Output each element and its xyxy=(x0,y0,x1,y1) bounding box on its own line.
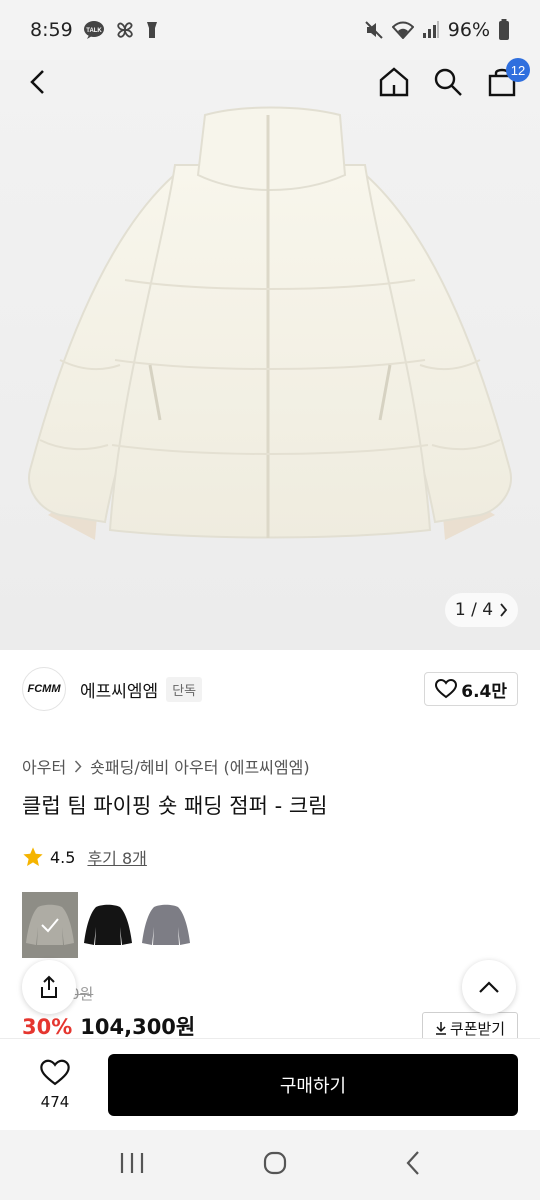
heart-icon xyxy=(40,1059,70,1085)
brand-like-button[interactable]: 6.4만 xyxy=(424,672,518,706)
purchase-bar: 474 구매하기 xyxy=(0,1038,540,1130)
cart-count-badge: 12 xyxy=(506,58,530,82)
product-title: 클럽 팀 파이핑 숏 패딩 점퍼 - 크림 xyxy=(22,794,328,818)
image-counter[interactable]: 1 / 4 xyxy=(445,593,518,627)
brand-like-count: 6.4만 xyxy=(461,681,507,702)
back-chevron-icon xyxy=(406,1151,419,1175)
scroll-top-button[interactable] xyxy=(462,960,516,1014)
kakaotalk-icon: TALK xyxy=(83,20,105,40)
rating-value: 4.5 xyxy=(50,847,76,867)
selected-overlay xyxy=(22,892,78,958)
jacket-thumbnail xyxy=(84,904,132,945)
flashlight-icon xyxy=(145,20,159,40)
sale-price: 104,300원 xyxy=(80,1015,196,1039)
recent-apps-icon xyxy=(120,1153,144,1173)
mute-icon xyxy=(364,20,384,40)
top-nav: 12 xyxy=(0,58,540,104)
wifi-icon xyxy=(391,21,414,39)
wishlist-count: 474 xyxy=(40,1092,70,1111)
price-row: 30% 104,300원 xyxy=(22,1011,195,1041)
pinwheel-icon xyxy=(115,20,135,40)
discount-rate: 30% xyxy=(22,1015,73,1039)
product-image[interactable] xyxy=(0,60,540,650)
brand-name[interactable]: 에프씨엠엠 xyxy=(80,677,158,702)
star-icon xyxy=(23,847,43,866)
share-button[interactable] xyxy=(22,960,76,1014)
home-circle-icon xyxy=(263,1151,287,1175)
status-bar: 8:59 TALK 96% xyxy=(0,0,540,60)
chevron-right-icon xyxy=(500,603,508,617)
buy-button-label: 구매하기 xyxy=(279,1075,347,1097)
swatch-cream[interactable] xyxy=(22,892,78,958)
brand-logo[interactable]: FCMM xyxy=(22,667,66,711)
exclusive-badge: 단독 xyxy=(166,676,203,702)
status-time: 8:59 xyxy=(30,19,73,41)
breadcrumb-subcategory[interactable]: 숏패딩/헤비 아우터 (에프씨엠엠) xyxy=(90,754,309,778)
home-nav-button[interactable] xyxy=(262,1150,288,1180)
share-icon xyxy=(41,975,57,998)
swatch-gray[interactable] xyxy=(138,892,194,958)
system-nav-bar xyxy=(0,1130,540,1200)
wishlist-button[interactable]: 474 xyxy=(22,1059,88,1111)
image-counter-text: 1 / 4 xyxy=(454,600,494,620)
signal-icon xyxy=(422,21,440,39)
heart-icon xyxy=(435,679,458,699)
breadcrumb: 아우터 숏패딩/헤비 아우터 (에프씨엠엠) xyxy=(22,754,310,778)
jacket-illustration xyxy=(28,106,512,540)
rating-row: 4.5 후기 8개 xyxy=(22,845,147,869)
color-swatches xyxy=(22,892,194,958)
download-icon xyxy=(435,1022,446,1035)
review-link[interactable]: 후기 8개 xyxy=(87,845,146,869)
cart-button[interactable]: 12 xyxy=(484,58,530,100)
coupon-label: 쿠폰받기 xyxy=(449,1019,506,1038)
chevron-up-icon xyxy=(479,981,499,993)
brand-row: FCMM 에프씨엠엠 단독 6.4만 xyxy=(22,665,518,713)
checkmark-icon xyxy=(41,918,59,933)
chevron-left-icon xyxy=(30,70,44,94)
svg-text:TALK: TALK xyxy=(86,28,102,34)
battery-icon xyxy=(498,19,510,41)
brand-logo-text: FCMM xyxy=(27,683,61,695)
back-nav-button[interactable] xyxy=(404,1150,422,1180)
swatch-black[interactable] xyxy=(80,892,136,958)
buy-button[interactable]: 구매하기 xyxy=(108,1053,518,1116)
chevron-right-icon xyxy=(75,759,82,773)
battery-level: 96% xyxy=(447,19,490,41)
search-button[interactable] xyxy=(430,64,466,100)
jacket-thumbnail xyxy=(142,904,190,945)
home-button[interactable] xyxy=(376,64,412,100)
home-icon xyxy=(379,67,409,97)
search-icon xyxy=(434,68,462,96)
recent-apps-button[interactable] xyxy=(118,1151,146,1179)
breadcrumb-category[interactable]: 아우터 xyxy=(22,754,66,778)
back-button[interactable] xyxy=(20,64,56,100)
